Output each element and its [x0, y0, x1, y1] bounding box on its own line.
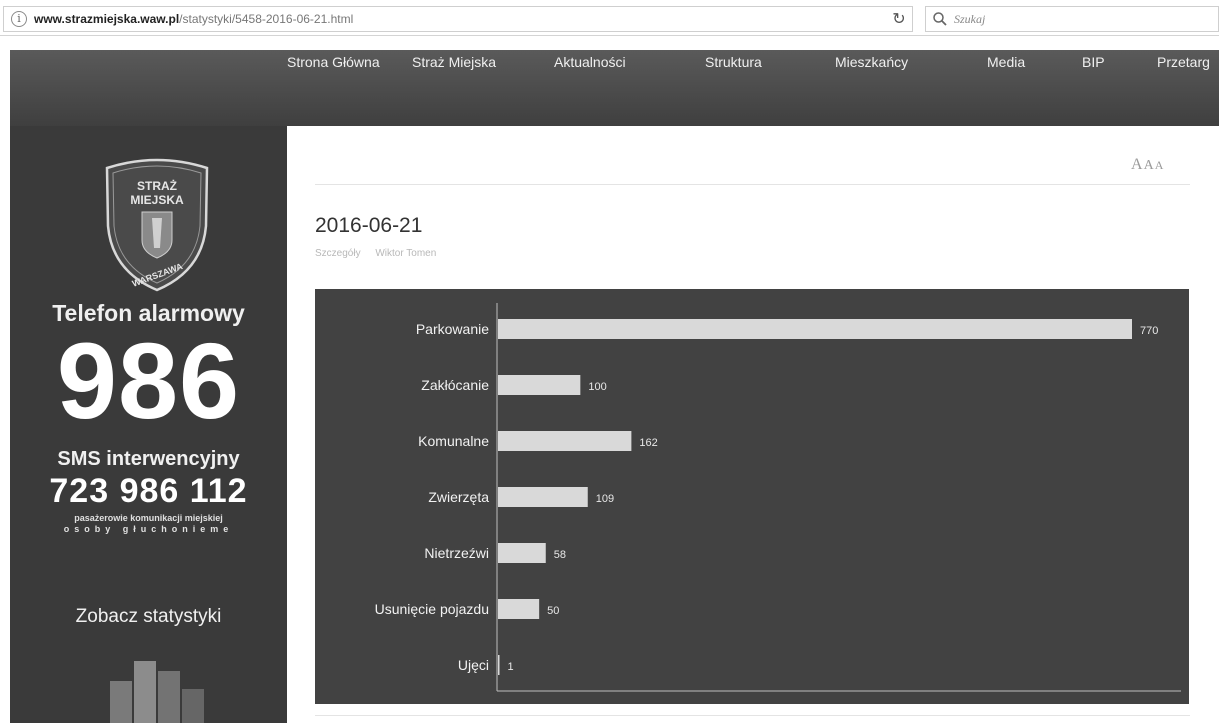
chart-value-label: 58: [554, 549, 566, 561]
chart-bar[interactable]: [498, 431, 632, 451]
browser-search-box[interactable]: [925, 6, 1219, 32]
nav-item-mieszkancy[interactable]: Mieszkańcy: [835, 54, 908, 70]
nav-item-media[interactable]: Media: [987, 54, 1025, 70]
chart-category-label: Usunięcie pojazdu: [375, 601, 489, 617]
chart-value-label: 109: [596, 493, 614, 505]
search-input[interactable]: [954, 10, 1204, 28]
meta-author: Wiktor Tomen: [375, 248, 437, 259]
chart-bar[interactable]: [498, 487, 588, 507]
nav-item-aktualnosci[interactable]: Aktualności: [554, 54, 626, 70]
font-size-switcher[interactable]: AAA: [1130, 156, 1163, 174]
address-bar[interactable]: i www.strazmiejska.waw.pl/statystyki/545…: [3, 6, 913, 32]
page-title: 2016-06-21: [315, 214, 423, 237]
nav-item-bip[interactable]: BIP: [1082, 54, 1105, 70]
chart-category-label: Parkowanie: [416, 321, 489, 337]
url-domain: www.strazmiejska.waw.pl: [34, 12, 180, 26]
chart-value-label: 1: [508, 661, 514, 673]
font-size-medium[interactable]: A: [1144, 158, 1154, 173]
chart-category-label: Zwierzęta: [428, 489, 489, 505]
nav-item-home[interactable]: Strona Główna: [287, 54, 380, 70]
font-size-small[interactable]: A: [1155, 158, 1164, 172]
sms-note-deaf: osoby głuchonieme: [63, 524, 234, 534]
chart-bar[interactable]: [498, 543, 546, 563]
svg-text:STRAŻ: STRAŻ: [137, 178, 177, 193]
chart-bar[interactable]: [498, 599, 540, 619]
content-divider: [315, 184, 1190, 185]
url-path: /statystyki/5458-2016-06-21.html: [179, 12, 354, 26]
sms-note-passengers: pasażerowie komunikacji miejskiej: [74, 513, 223, 523]
article-meta: Szczegóły Wiktor Tomen: [315, 248, 448, 259]
svg-text:MIEJSKA: MIEJSKA: [130, 193, 184, 207]
content-bottom-divider: [315, 715, 1190, 716]
browser-toolbar: i www.strazmiejska.waw.pl/statystyki/545…: [0, 0, 1219, 36]
straz-miejska-logo[interactable]: STRAŻ MIEJSKA WARSZAWA: [102, 156, 212, 294]
nav-item-straz-miejska[interactable]: Straż Miejska: [412, 54, 496, 70]
alarm-phone-number[interactable]: 986: [10, 321, 287, 441]
search-icon: [933, 12, 947, 26]
bar-chart-svg: Parkowanie 770 Zakłócanie 100 Komunalne 162 Zw…: [375, 303, 1181, 692]
chart-category-label: Zakłócanie: [421, 377, 489, 393]
sms-number[interactable]: 723 986 112: [10, 472, 287, 511]
nav-item-przetargi[interactable]: Przetarg: [1157, 54, 1210, 70]
chart-category-label: Nietrzeźwi: [424, 545, 489, 561]
sidebar: STRAŻ MIEJSKA WARSZAWA Telefon alarmowy …: [10, 126, 287, 723]
chart-category-label: Ujęci: [458, 657, 489, 673]
chart-category-label: Komunalne: [418, 433, 489, 449]
chart-bar[interactable]: [498, 655, 500, 675]
statistics-chart: Parkowanie 770 Zakłócanie 100 Komunalne 162 Zw…: [315, 289, 1189, 704]
chart-value-label: 162: [639, 437, 657, 449]
chart-bar[interactable]: [498, 375, 581, 395]
info-icon[interactable]: i: [11, 11, 27, 27]
see-statistics-link[interactable]: Zobacz statystyki: [10, 606, 287, 628]
chart-value-label: 100: [588, 381, 606, 393]
chart-value-label: 50: [547, 605, 559, 617]
reload-icon[interactable]: ↻: [889, 10, 909, 30]
font-size-large[interactable]: A: [1131, 156, 1143, 173]
chart-bar[interactable]: [498, 319, 1132, 339]
sms-label: SMS interwencyjny: [57, 448, 240, 470]
url-text[interactable]: www.strazmiejska.waw.pl/statystyki/5458-…: [34, 12, 353, 26]
chart-value-label: 770: [1140, 325, 1158, 337]
meta-category[interactable]: Szczegóły: [315, 248, 361, 259]
statistics-bars-image[interactable]: [80, 651, 230, 723]
nav-item-struktura[interactable]: Struktura: [705, 54, 762, 70]
